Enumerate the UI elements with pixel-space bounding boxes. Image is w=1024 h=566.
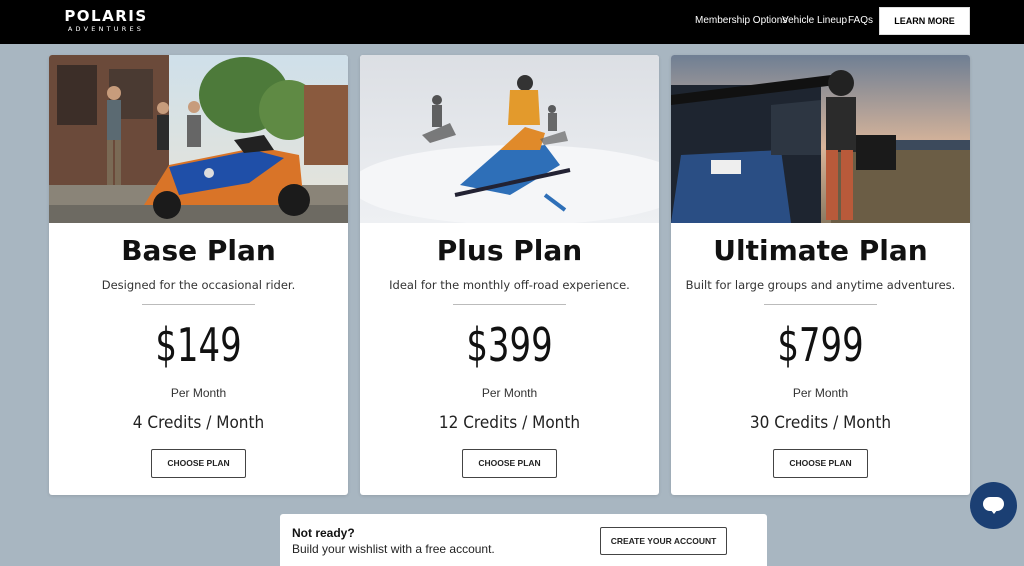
site-header: POLARIS ADVENTURES Membership Options Ve… xyxy=(0,0,1024,44)
plan-period: Per Month xyxy=(170,386,227,400)
plan-title: Ultimate Plan xyxy=(713,234,928,267)
logo-wordmark: POLARIS xyxy=(64,7,148,25)
nav-vehicle-lineup[interactable]: Vehicle Lineup xyxy=(782,14,847,28)
plan-title: Plus Plan xyxy=(436,234,583,267)
plan-title: Base Plan xyxy=(121,234,276,267)
plan-price: $799 xyxy=(777,318,864,372)
plan-price: $149 xyxy=(155,318,242,372)
plan-description: Ideal for the monthly off-road experienc… xyxy=(389,278,630,292)
choose-plan-button-ultimate[interactable]: CHOOSE PLAN xyxy=(773,449,868,478)
plan-image-base xyxy=(49,55,348,223)
create-account-button[interactable]: CREATE YOUR ACCOUNT xyxy=(600,527,727,555)
banner-title: Not ready? xyxy=(292,526,355,540)
choose-plan-button-plus[interactable]: CHOOSE PLAN xyxy=(462,449,557,478)
plan-image-plus xyxy=(360,55,659,223)
polaris-logo[interactable]: POLARIS ADVENTURES xyxy=(48,8,164,36)
plan-price: $399 xyxy=(466,318,553,372)
chat-bubble-tail xyxy=(990,509,998,514)
plan-divider xyxy=(764,304,877,305)
nav-membership-options[interactable]: Membership Options xyxy=(695,14,787,28)
plan-credits: 4 Credits / Month xyxy=(132,413,265,433)
plan-description: Designed for the occasional rider. xyxy=(101,278,296,292)
nav-faqs[interactable]: FAQs xyxy=(848,14,873,28)
plan-card-base: Base Plan Designed for the occasional ri… xyxy=(49,55,348,495)
plan-card-plus: Plus Plan Ideal for the monthly off-road… xyxy=(360,55,659,495)
plan-image-ultimate xyxy=(671,55,970,223)
plan-period: Per Month xyxy=(481,386,538,400)
logo-tagline: ADVENTURES xyxy=(67,25,145,33)
learn-more-button[interactable]: LEARN MORE xyxy=(879,7,970,35)
plan-card-ultimate: Ultimate Plan Built for large groups and… xyxy=(671,55,970,495)
plan-divider xyxy=(142,304,255,305)
chat-button[interactable] xyxy=(970,482,1017,529)
choose-plan-button-base[interactable]: CHOOSE PLAN xyxy=(151,449,246,478)
plan-description: Built for large groups and anytime adven… xyxy=(685,278,956,292)
banner-subtitle: Build your wishlist with a free account. xyxy=(292,542,495,556)
plan-period: Per Month xyxy=(792,386,849,400)
signup-banner: Not ready? Build your wishlist with a fr… xyxy=(280,514,767,566)
plan-credits: 12 Credits / Month xyxy=(438,413,581,433)
plan-credits: 30 Credits / Month xyxy=(749,413,892,433)
plan-divider xyxy=(453,304,566,305)
